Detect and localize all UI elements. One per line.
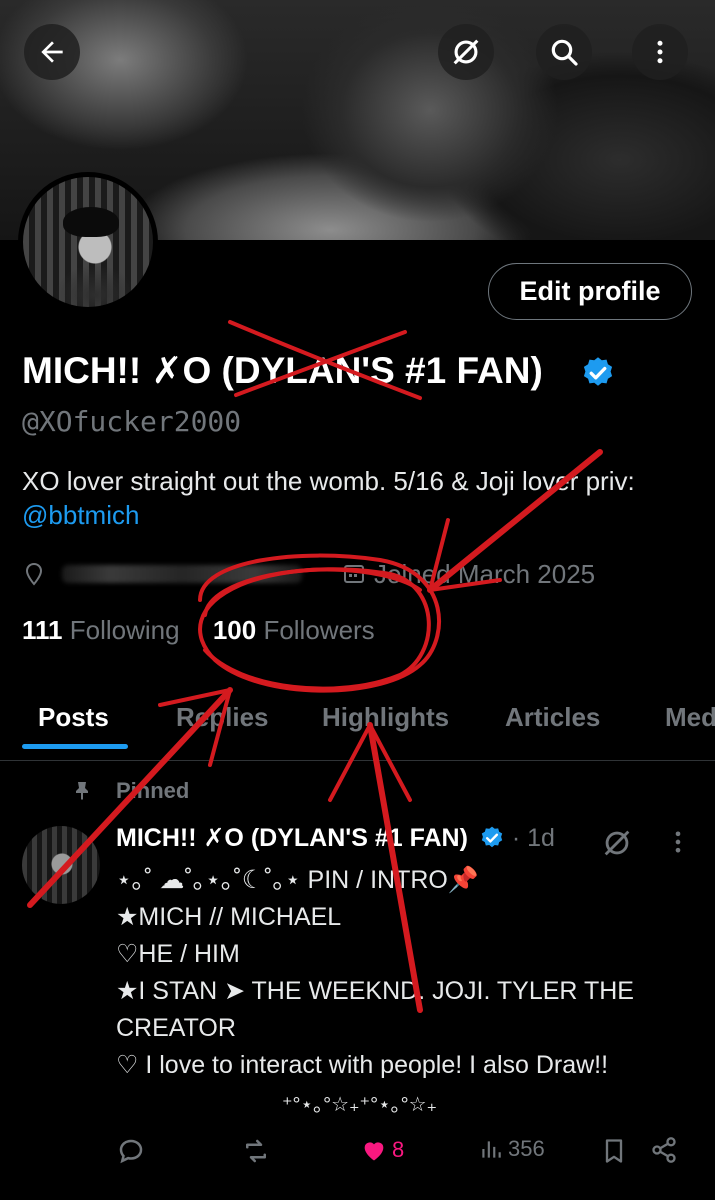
verified-badge-icon: [583, 357, 613, 386]
view-count: 356: [508, 1136, 545, 1161]
post-line: ★I STAN ➤ THE WEEKND. JOJI. TYLER THE: [116, 977, 634, 1005]
post-actions: 8 356: [0, 1132, 715, 1172]
post-body: ⋆｡˚ ☁︎˚｡⋆｡˚☾˚｡⋆ PIN / INTRO📌 ★MICH // MI…: [116, 862, 696, 1084]
analytics-icon: [482, 1141, 501, 1158]
back-button[interactable]: [24, 24, 80, 80]
grok-button[interactable]: [438, 24, 494, 80]
heart-filled-icon: [364, 1142, 384, 1161]
followers-label: Followers: [263, 615, 375, 645]
following-count: 111: [22, 615, 63, 645]
post-header: MICH!! ✗O (DYLAN'S #1 FAN) · 1d: [116, 823, 555, 853]
reply-icon: [119, 1139, 143, 1164]
more-vertical-icon: [657, 40, 663, 64]
grok-icon: [453, 39, 479, 65]
tab-media[interactable]: Media: [665, 702, 715, 733]
share-button[interactable]: [650, 1136, 678, 1164]
profile-bio: XO lover straight out the womb. 5/16 & J…: [22, 466, 635, 496]
redacted-location: [62, 565, 302, 583]
post-line: CREATOR: [116, 1014, 236, 1042]
profile-name: MICH!! ✗O (DYLAN'S #1 FAN): [22, 350, 543, 391]
search-icon: [551, 39, 578, 66]
post-grok-icon[interactable]: [600, 826, 634, 860]
more-options-button[interactable]: [632, 24, 688, 80]
bio-mention-link[interactable]: @bbtmich: [22, 500, 139, 531]
following-label: Following: [69, 615, 180, 645]
joined-date: Joined March 2025: [374, 558, 596, 589]
active-tab-indicator: [22, 744, 128, 749]
arrow-left-icon: [41, 41, 63, 63]
followers-count: 100: [212, 615, 257, 645]
following-link[interactable]: 111 Following: [22, 615, 180, 645]
profile-meta-row: Joined March 2025: [22, 558, 595, 590]
post-line: ♡ I love to interact with people! I also…: [116, 1051, 609, 1079]
pin-icon: [76, 782, 88, 800]
post-line: ★MICH // MICHAEL: [116, 903, 342, 931]
repost-icon: [246, 1139, 266, 1163]
post-sparkles: ⁺°⋆｡°☆₊⁺°⋆｡°☆₊: [282, 1094, 438, 1116]
share-icon: [652, 1137, 676, 1163]
tab-highlights[interactable]: Highlights: [322, 702, 449, 733]
post-author-avatar[interactable]: [22, 826, 100, 904]
tab-articles[interactable]: Articles: [505, 702, 600, 733]
bookmark-icon: [605, 1139, 623, 1163]
location-pin-icon: [25, 562, 43, 586]
post-verified-badge-icon: [481, 826, 503, 848]
post-line: ♡HE / HIM: [116, 940, 240, 968]
profile-handle: @XOfucker2000: [22, 405, 242, 438]
post-more-icon[interactable]: [664, 828, 692, 856]
search-button[interactable]: [536, 24, 592, 80]
profile-avatar[interactable]: [18, 172, 158, 312]
reply-button[interactable]: [116, 1136, 146, 1166]
like-button[interactable]: 8: [360, 1136, 404, 1164]
pinned-label: Pinned: [116, 778, 190, 803]
like-count: 8: [392, 1137, 405, 1162]
post-line: ⋆｡˚ ☁︎˚｡⋆｡˚☾˚｡⋆ PIN / INTRO📌: [116, 866, 479, 894]
tab-replies[interactable]: Replies: [176, 702, 269, 733]
edit-profile-button[interactable]: Edit profile: [488, 263, 692, 320]
repost-button[interactable]: [240, 1136, 272, 1166]
pinned-indicator: Pinned: [70, 778, 189, 804]
bookmark-button[interactable]: [600, 1136, 628, 1166]
tabs-divider: [0, 760, 715, 761]
post-author-name[interactable]: MICH!! ✗O (DYLAN'S #1 FAN): [116, 824, 468, 852]
profile-tabs: Posts Replies Highlights Articles Media: [0, 690, 715, 760]
followers-link[interactable]: 100 Followers: [213, 615, 375, 645]
views-button[interactable]: 356: [478, 1136, 545, 1162]
follow-stats: 111 Following 100 Followers: [22, 615, 375, 646]
calendar-icon: [344, 565, 364, 583]
tab-posts[interactable]: Posts: [38, 702, 109, 733]
post-date[interactable]: · 1d: [512, 824, 555, 852]
